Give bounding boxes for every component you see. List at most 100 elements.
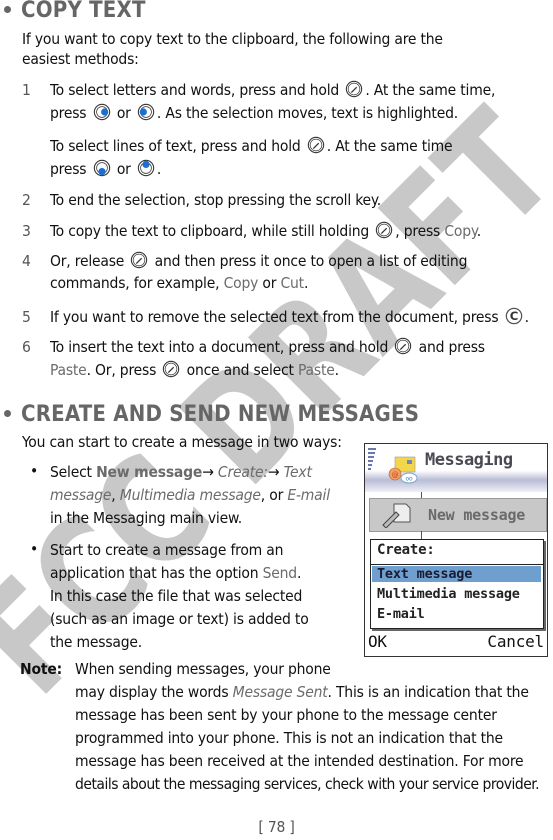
step-text: or [262,274,277,292]
intro-line: If you want to copy text to the clipboar… [22,30,443,48]
step-text: commands, for example, [50,274,220,292]
page-number: [ 78 ] [258,818,295,836]
step-1-sub: To select lines of text, press and hold … [50,136,453,155]
step-text: . As the selection moves, text is highli… [156,104,458,122]
step-number: 2 [22,191,31,209]
step-text: or [116,160,131,178]
svg-text:C: C [509,309,517,323]
step-text: and then press it once to open a list of… [154,252,468,270]
step-5: 5 If you want to remove the selected text… [22,307,529,326]
step-text: . [303,274,309,292]
heading-text: COPY TEXT [21,0,146,23]
step-text: To insert the text into a document, pres… [50,338,389,356]
arrow-icon: → [202,463,214,481]
option-text-message: message [50,486,112,504]
new-message-item[interactable]: New message [369,498,547,532]
step-text: . [334,361,339,379]
create-popup-menu: Create: Text message Multimedia message … [370,539,544,629]
left-softkey-ok[interactable]: OK [368,632,387,651]
option-email: E-mail [287,486,330,504]
intro-line: You can start to create a message in two… [22,433,342,451]
command-copy: Copy [223,274,259,292]
phone-app-title: Messaging [425,450,513,470]
scroll-right-key-icon [137,103,155,121]
divider [371,564,543,565]
note-line6: details about the messaging services, ch… [75,775,540,793]
step-text: To select letters and words, press and h… [50,81,340,99]
step-number: 3 [22,222,31,240]
option-create: Create: [217,463,268,481]
step-text: . [156,160,162,178]
heading-text: CREATE AND SEND NEW MESSAGES [21,402,420,427]
note-label: Note: [20,660,62,678]
new-message-label: New message [428,506,526,524]
bullet-2-line5: the message. [50,633,143,651]
command-copy: Copy [444,222,477,240]
note-line3: message has been sent by your phone to t… [75,706,497,724]
step-2: 2 To end the selection, stop pressing the… [22,191,381,209]
bullet-text: . [296,564,302,582]
bullet-text: application that has the option [50,564,259,582]
phone-header: @ oo Messaging [365,444,547,492]
command-paste: Paste [50,361,87,379]
clear-key-icon: C [505,307,522,325]
option-multimedia-message: Multimedia message [119,486,261,504]
status-message-sent: Message Sent [232,683,328,701]
command-new-message: New message [96,463,203,481]
edit-key-icon [376,221,393,239]
note-line5: message has been received at the intende… [75,752,524,770]
step-text: or [116,104,131,122]
note-text: . This is an indication that the [327,683,529,701]
note-text: may display the words [75,683,229,701]
right-softkey-cancel[interactable]: Cancel [487,632,544,651]
menu-item-email[interactable]: E-mail [377,606,425,622]
step-text: press [50,104,87,122]
step-1-line2: press or . As the selection moves, text … [50,103,458,122]
intro-line: easiest methods: [22,50,139,68]
arrow-icon: → [267,463,280,481]
step-text: Or, release [50,252,125,270]
bullet-1-line3: in the Messaging main view. [50,509,242,527]
step-text: If you want to remove the selected text … [50,308,499,326]
step-text: , press [395,222,441,240]
note-line2: may display the words Message Sent. This… [75,683,529,701]
edit-key-icon [346,80,363,98]
step-number: 5 [22,308,31,326]
bullet-icon [4,410,11,417]
note-line4: programmed into your phone. This is not … [75,729,503,747]
step-text: . At the same time [326,137,453,155]
bullet-text: Select [50,463,92,481]
section-heading-create-send: CREATE AND SEND NEW MESSAGES [0,402,419,427]
bullet-1-line2: message, Multimedia message, or E-mail [50,486,330,504]
scroll-left-key-icon [93,103,110,121]
scroll-up-key-icon [137,159,155,177]
command-send: Send [262,564,298,582]
step-text: and press [418,338,485,356]
menu-item-text-message[interactable]: Text message [372,566,541,582]
scroll-down-key-icon [93,159,110,177]
phone-screenshot: @ oo Messaging New message Create: Text … [364,443,548,657]
step-number: 1 [22,81,31,99]
step-text: To select lines of text, press and hold [50,137,301,155]
step-6-line2: Paste. Or, press once and select Paste. [50,360,339,379]
step-4: 4 Or, release and then press it once to o… [22,251,467,270]
new-message-icon [382,503,411,528]
messaging-app-icon: @ oo [388,456,418,484]
step-text: . Or, press [86,361,157,379]
step-6: 6 To insert the text into a document, pre… [22,337,485,356]
note-line1: When sending messages, your phone [75,660,331,678]
step-number: 6 [22,338,31,356]
section-heading-copy-text: COPY TEXT [0,0,146,23]
step-1-sub-line2: press or . [50,159,161,178]
edit-key-icon [131,251,148,269]
bullet-icon: • [30,462,39,480]
step-text: To copy the text to clipboard, while sti… [50,222,370,240]
bullet-1-line1: Select New message→ Create:→ Text [50,463,312,481]
menu-item-multimedia-message[interactable]: Multimedia message [377,586,520,602]
step-text: To end the selection, stop pressing the … [50,191,382,209]
edit-key-icon [395,337,412,355]
svg-text:oo: oo [406,476,413,483]
popup-title: Create: [377,542,435,558]
bullet-2-line4: (such as an image or text) is added to [50,610,309,628]
bullet-icon [4,6,11,13]
